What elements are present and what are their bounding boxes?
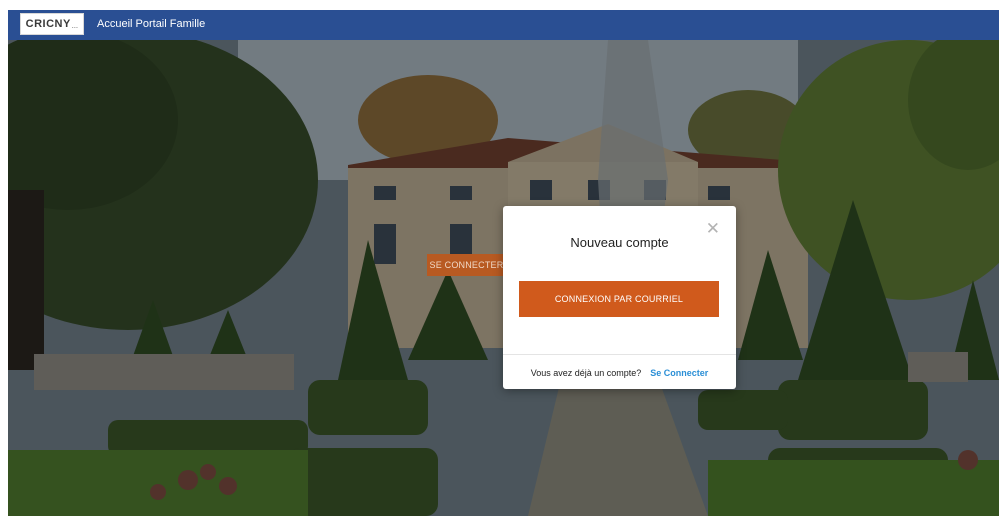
sign-in-link[interactable]: Se Connecter	[650, 368, 708, 378]
email-login-button[interactable]: CONNEXION PAR COURRIEL	[519, 281, 719, 317]
new-account-modal: ✕ Nouveau compte CONNEXION PAR COURRIEL …	[503, 206, 736, 389]
background-login-button: SE CONNECTER	[427, 254, 506, 276]
modal-footer: Vous avez déjà un compte? Se Connecter	[503, 361, 736, 385]
modal-divider	[503, 354, 736, 355]
logo-suffix: ...	[71, 23, 79, 30]
top-navbar: CRICNY... Accueil Portail Famille	[8, 10, 999, 40]
modal-title: Nouveau compte	[570, 235, 669, 250]
nav-link-home[interactable]: Accueil Portail Famille	[97, 18, 205, 30]
logo-text: CRICNY	[25, 18, 71, 30]
footer-text: Vous avez déjà un compte?	[530, 368, 642, 378]
site-logo[interactable]: CRICNY...	[20, 13, 84, 35]
